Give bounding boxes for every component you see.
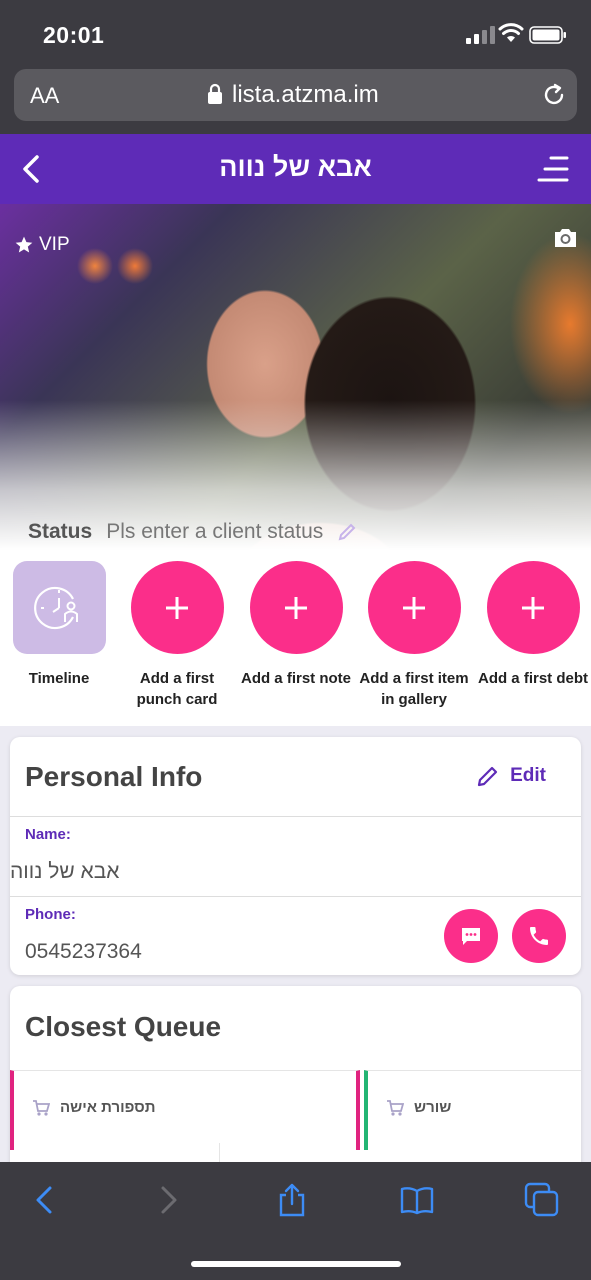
add-gallery-item-button[interactable] bbox=[367, 561, 461, 654]
divider bbox=[10, 896, 581, 897]
vip-toggle[interactable]: VIP bbox=[14, 234, 70, 256]
wifi-icon bbox=[498, 23, 524, 42]
action-label: Add a first note bbox=[240, 670, 351, 687]
action-label: Add a first punch card bbox=[136, 670, 218, 708]
bookmarks-icon[interactable] bbox=[399, 1182, 435, 1218]
divider bbox=[10, 816, 581, 817]
plus-icon bbox=[403, 596, 425, 619]
client-cover-photo: VIP Status Pls enter a client status bbox=[0, 204, 591, 550]
action-timeline[interactable]: Timeline bbox=[0, 561, 118, 689]
queue-item-label: תספורת אישה bbox=[60, 1099, 156, 1116]
status-label: Status bbox=[28, 520, 93, 543]
edit-label: Edit bbox=[510, 765, 546, 786]
camera-icon[interactable] bbox=[553, 227, 578, 249]
pencil-icon[interactable] bbox=[337, 522, 357, 542]
name-label: Name: bbox=[25, 826, 71, 843]
tabs-icon[interactable] bbox=[524, 1182, 560, 1218]
personal-info-card: Personal Info Edit Name: אבא של נווה Pho… bbox=[10, 737, 581, 975]
closest-queue-title: Closest Queue bbox=[25, 1011, 222, 1042]
ios-status-bar: 20:01 AA lista.atzma.im bbox=[0, 0, 591, 134]
add-note-button[interactable] bbox=[249, 561, 343, 654]
queue-item[interactable]: שורש bbox=[364, 1070, 581, 1150]
share-icon[interactable] bbox=[274, 1182, 310, 1218]
url-text[interactable]: lista.atzma.im bbox=[232, 81, 379, 109]
call-button[interactable] bbox=[512, 909, 566, 963]
add-punch-card-button[interactable] bbox=[130, 561, 224, 654]
queue-item-label: שורש bbox=[414, 1099, 452, 1116]
cart-icon bbox=[387, 1099, 404, 1116]
divider bbox=[219, 1143, 220, 1163]
name-value: אבא של נווה bbox=[10, 860, 120, 883]
cellular-signal-icon bbox=[466, 26, 495, 44]
action-label: Add a first debt bbox=[477, 670, 588, 687]
reload-icon[interactable] bbox=[541, 82, 567, 108]
text-size-button[interactable]: AA bbox=[30, 83, 59, 109]
queue-item[interactable]: תספורת אישה bbox=[10, 1070, 360, 1163]
vip-label: VIP bbox=[39, 234, 70, 255]
home-indicator bbox=[191, 1261, 401, 1267]
page-title: אבא של נווה bbox=[219, 152, 372, 182]
battery-icon bbox=[529, 26, 566, 44]
personal-info-title: Personal Info bbox=[25, 761, 203, 792]
browser-back-icon[interactable] bbox=[28, 1182, 64, 1218]
phone-label: Phone: bbox=[25, 906, 76, 923]
phone-icon bbox=[530, 927, 548, 945]
chat-icon bbox=[462, 928, 480, 945]
plus-icon bbox=[166, 596, 188, 619]
address-bar[interactable]: AA lista.atzma.im bbox=[14, 69, 577, 121]
browser-toolbar bbox=[0, 1162, 591, 1280]
browser-forward-icon[interactable] bbox=[150, 1182, 186, 1218]
action-label: Timeline bbox=[28, 670, 90, 687]
menu-icon[interactable] bbox=[537, 154, 569, 184]
star-icon bbox=[15, 236, 33, 253]
timeline-tile[interactable] bbox=[12, 561, 106, 654]
action-label: Add a first item in gallery bbox=[359, 670, 469, 708]
plus-icon bbox=[285, 596, 307, 619]
quick-actions: Timeline Add a first punch card Add a fi… bbox=[0, 550, 591, 726]
action-add-debt[interactable]: Add a first debt bbox=[474, 561, 591, 689]
message-button[interactable] bbox=[444, 909, 498, 963]
clock: 20:01 bbox=[43, 22, 105, 48]
lock-icon bbox=[208, 83, 222, 104]
action-add-note[interactable]: Add a first note bbox=[237, 561, 355, 689]
status-placeholder[interactable]: Pls enter a client status bbox=[106, 520, 323, 544]
pencil-icon bbox=[478, 766, 498, 787]
app-header: אבא של נווה bbox=[0, 134, 591, 204]
action-add-gallery-item[interactable]: Add a first item in gallery bbox=[355, 561, 473, 710]
action-add-punch-card[interactable]: Add a first punch card bbox=[118, 561, 236, 710]
status-row[interactable]: Status Pls enter a client status bbox=[28, 520, 357, 544]
cart-icon bbox=[33, 1099, 50, 1116]
plus-icon bbox=[522, 596, 544, 619]
edit-button[interactable]: Edit bbox=[476, 764, 546, 788]
add-debt-button[interactable] bbox=[486, 561, 580, 654]
phone-value: 0545237364 bbox=[25, 940, 142, 963]
timeline-icon bbox=[34, 586, 78, 629]
